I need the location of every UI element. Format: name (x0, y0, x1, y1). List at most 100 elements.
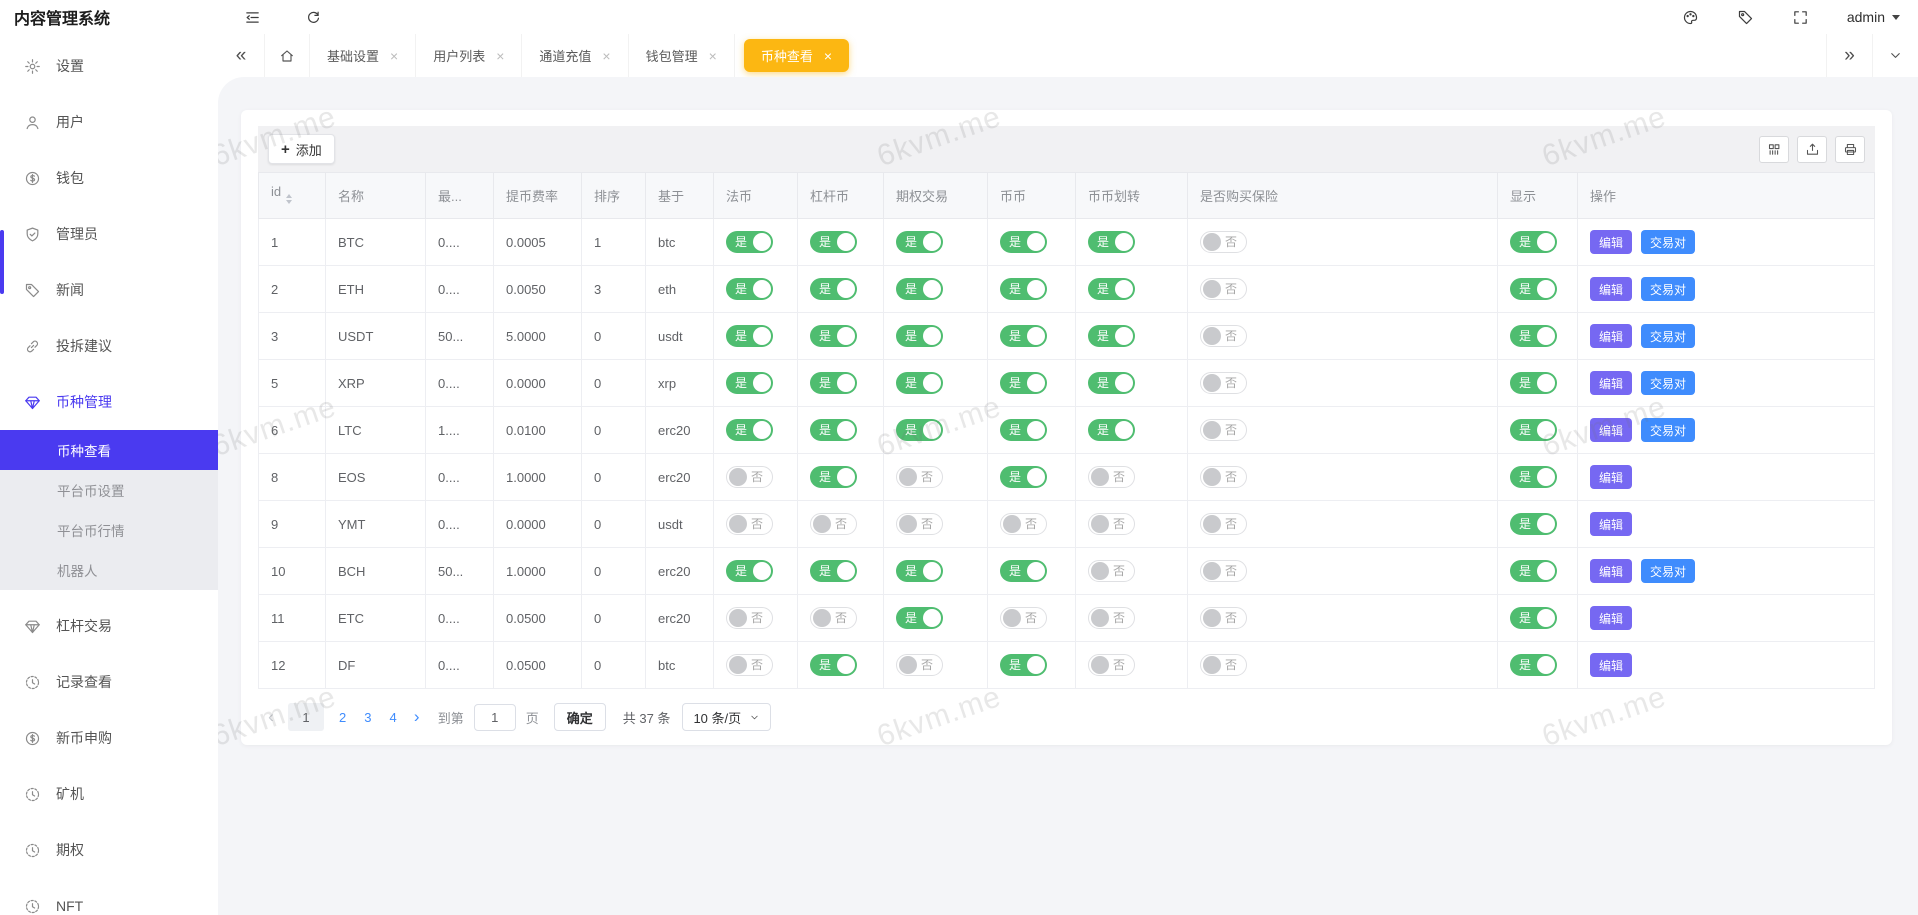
lever-toggle[interactable]: 是 (810, 325, 857, 347)
sidebar-subitem-platform-coin-settings[interactable]: 平台币设置 (0, 470, 218, 510)
show-toggle[interactable]: 是 (1510, 278, 1557, 300)
fabi-toggle[interactable]: 是 (726, 325, 773, 347)
transfer-toggle[interactable]: 否 (1088, 606, 1135, 629)
sort-icon[interactable] (286, 191, 293, 207)
column-settings-button[interactable] (1759, 135, 1789, 163)
user-menu[interactable]: admin (1847, 9, 1900, 25)
edit-button[interactable]: 编辑 (1590, 653, 1633, 677)
add-button[interactable]: + 添加 (268, 134, 335, 164)
close-tab-icon[interactable]: × (709, 48, 717, 64)
fabi-toggle[interactable]: 是 (726, 231, 773, 253)
edit-button[interactable]: 编辑 (1590, 371, 1633, 395)
sidebar-item-records-view[interactable]: 记录查看 (0, 654, 218, 710)
fullscreen-icon[interactable] (1792, 9, 1809, 26)
sidebar-item-new-coin-subscribe[interactable]: 新币申购 (0, 710, 218, 766)
scroll-tabs-left-button[interactable]: « (218, 34, 264, 77)
tag-icon[interactable] (1737, 9, 1754, 26)
insurance-toggle[interactable]: 否 (1200, 230, 1247, 253)
transfer-toggle[interactable]: 否 (1088, 559, 1135, 582)
fabi-toggle[interactable]: 否 (726, 653, 773, 676)
transfer-toggle[interactable]: 是 (1088, 231, 1135, 253)
lever-toggle[interactable]: 是 (810, 654, 857, 676)
tab-base-settings[interactable]: 基础设置 × (310, 34, 417, 77)
insurance-toggle[interactable]: 否 (1200, 277, 1247, 300)
page-link[interactable]: 3 (361, 710, 374, 725)
pair-button[interactable]: 交易对 (1641, 324, 1696, 348)
edit-button[interactable]: 编辑 (1590, 512, 1633, 536)
transfer-toggle[interactable]: 是 (1088, 372, 1135, 394)
lever-toggle[interactable]: 是 (810, 560, 857, 582)
show-toggle[interactable]: 是 (1510, 560, 1557, 582)
bibi-toggle[interactable]: 是 (1000, 278, 1047, 300)
fabi-toggle[interactable]: 否 (726, 465, 773, 488)
fabi-toggle[interactable]: 否 (726, 606, 773, 629)
transfer-toggle[interactable]: 否 (1088, 465, 1135, 488)
option-toggle[interactable]: 是 (896, 419, 943, 441)
edit-button[interactable]: 编辑 (1590, 324, 1633, 348)
lever-toggle[interactable]: 是 (810, 419, 857, 441)
transfer-toggle[interactable]: 是 (1088, 325, 1135, 347)
show-toggle[interactable]: 是 (1510, 231, 1557, 253)
edit-button[interactable]: 编辑 (1590, 559, 1633, 583)
bibi-toggle[interactable]: 是 (1000, 372, 1047, 394)
pair-button[interactable]: 交易对 (1641, 559, 1696, 583)
column-header-id[interactable]: id (258, 172, 326, 219)
confirm-button[interactable]: 确定 (553, 703, 606, 731)
option-toggle[interactable]: 否 (896, 465, 943, 488)
fabi-toggle[interactable]: 是 (726, 419, 773, 441)
insurance-toggle[interactable]: 否 (1200, 653, 1247, 676)
option-toggle[interactable]: 是 (896, 607, 943, 629)
sidebar-item-users[interactable]: 用户 (0, 94, 218, 150)
fabi-toggle[interactable]: 是 (726, 372, 773, 394)
sidebar-item-miner[interactable]: 矿机 (0, 766, 218, 822)
fabi-toggle[interactable]: 否 (726, 512, 773, 535)
close-tab-icon[interactable]: × (496, 48, 504, 64)
pair-button[interactable]: 交易对 (1641, 277, 1696, 301)
option-toggle[interactable]: 否 (896, 512, 943, 535)
edit-button[interactable]: 编辑 (1590, 606, 1633, 630)
sidebar-subitem-currency-view[interactable]: 币种查看 (0, 430, 218, 470)
sidebar-subitem-platform-coin-market[interactable]: 平台币行情 (0, 510, 218, 550)
bibi-toggle[interactable]: 是 (1000, 231, 1047, 253)
page-jump-input[interactable] (473, 703, 516, 731)
edit-button[interactable]: 编辑 (1590, 418, 1633, 442)
insurance-toggle[interactable]: 否 (1200, 371, 1247, 394)
transfer-toggle[interactable]: 否 (1088, 512, 1135, 535)
bibi-toggle[interactable]: 是 (1000, 560, 1047, 582)
next-page-button[interactable]: › (406, 707, 428, 727)
refresh-icon[interactable] (305, 9, 322, 26)
export-button[interactable] (1797, 135, 1827, 163)
edit-button[interactable]: 编辑 (1590, 230, 1633, 254)
sidebar-item-options[interactable]: 期权 (0, 822, 218, 878)
option-toggle[interactable]: 是 (896, 372, 943, 394)
close-tab-icon[interactable]: × (390, 48, 398, 64)
insurance-toggle[interactable]: 否 (1200, 418, 1247, 441)
tab-currency-view[interactable]: 币种查看 × (743, 39, 850, 72)
tab-channel-recharge[interactable]: 通道充值 × (522, 34, 629, 77)
edit-button[interactable]: 编辑 (1590, 277, 1633, 301)
edit-button[interactable]: 编辑 (1590, 465, 1633, 489)
option-toggle[interactable]: 否 (896, 653, 943, 676)
insurance-toggle[interactable]: 否 (1200, 559, 1247, 582)
transfer-toggle[interactable]: 是 (1088, 419, 1135, 441)
sidebar-subitem-robot[interactable]: 机器人 (0, 550, 218, 590)
pair-button[interactable]: 交易对 (1641, 230, 1696, 254)
sidebar-item-feedback[interactable]: 投拆建议 (0, 318, 218, 374)
pair-button[interactable]: 交易对 (1641, 371, 1696, 395)
prev-page-button[interactable]: ‹ (260, 707, 282, 727)
transfer-toggle[interactable]: 是 (1088, 278, 1135, 300)
insurance-toggle[interactable]: 否 (1200, 465, 1247, 488)
page-size-select[interactable]: 10 条/页 (682, 703, 772, 731)
page-current[interactable]: 1 (288, 703, 324, 731)
close-tab-icon[interactable]: × (824, 48, 832, 64)
insurance-toggle[interactable]: 否 (1200, 606, 1247, 629)
transfer-toggle[interactable]: 否 (1088, 653, 1135, 676)
sidebar-item-wallet[interactable]: 钱包 (0, 150, 218, 206)
page-link[interactable]: 2 (336, 710, 349, 725)
pair-button[interactable]: 交易对 (1641, 418, 1696, 442)
sidebar-item-lever-trade[interactable]: 杠杆交易 (0, 598, 218, 654)
bibi-toggle[interactable]: 否 (1000, 512, 1047, 535)
lever-toggle[interactable]: 是 (810, 466, 857, 488)
sidebar-item-nft[interactable]: NFT (0, 878, 218, 915)
sidebar-scrollbar[interactable] (0, 230, 4, 294)
